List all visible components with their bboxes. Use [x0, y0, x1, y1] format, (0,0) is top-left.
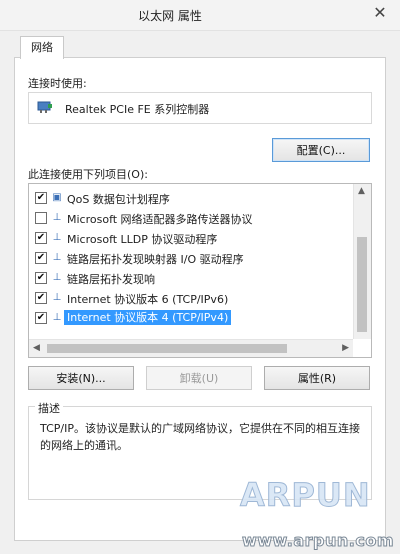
- horizontal-scrollbar[interactable]: ◀ ▶: [29, 339, 353, 357]
- checkbox[interactable]: ✔: [35, 312, 47, 324]
- protocol-icon: ⊥: [52, 292, 62, 303]
- watermark-url: www.arpun.com: [241, 531, 394, 551]
- connect-using-label: 连接时使用:: [28, 77, 87, 90]
- list-item-label: Internet 协议版本 6 (TCP/IPv6): [67, 293, 229, 306]
- checkbox[interactable]: ✔: [35, 272, 47, 284]
- title-bar: 以太网 属性 ✕: [0, 0, 400, 31]
- checkbox[interactable]: [35, 212, 47, 224]
- scroll-up-icon[interactable]: ▲: [358, 186, 365, 196]
- description-title: 描述: [35, 400, 63, 416]
- install-button[interactable]: 安装(N)...: [28, 366, 134, 390]
- adapter-name: Realtek PCIe FE 系列控制器: [65, 103, 210, 116]
- list-item-label: QoS 数据包计划程序: [67, 193, 170, 206]
- protocol-icon: ⊥: [52, 252, 62, 263]
- description-text: TCP/IP。该协议是默认的广域网络协议，它提供在不同的相互连接的网络上的通讯。: [40, 422, 360, 452]
- list-item-selected[interactable]: ✔ ⊥ Internet 协议版本 4 (TCP/IPv4): [29, 308, 351, 327]
- horizontal-scroll-thumb[interactable]: [47, 344, 287, 353]
- qos-icon: ▣: [52, 192, 62, 203]
- list-item[interactable]: ✔ ⊥ 链路层拓扑发现响: [29, 268, 351, 287]
- protocol-icon: ⊥: [52, 212, 62, 223]
- protocol-icon: ⊥: [52, 272, 62, 283]
- list-item-label: Microsoft LLDP 协议驱动程序: [67, 233, 218, 246]
- close-button[interactable]: ✕: [360, 0, 400, 26]
- network-adapter-icon: [37, 101, 52, 113]
- scroll-left-icon[interactable]: ◀: [33, 343, 40, 353]
- properties-button[interactable]: 属性(R): [264, 366, 370, 390]
- list-item-label: 链路层拓扑发现映射器 I/O 驱动程序: [67, 253, 244, 266]
- list-item[interactable]: ⊥ Microsoft 网络适配器多路传送器协议: [29, 208, 351, 227]
- vertical-scroll-thumb[interactable]: [357, 237, 367, 332]
- list-item[interactable]: ✔ ⊥ Internet 协议版本 6 (TCP/IPv6): [29, 288, 351, 307]
- list-item[interactable]: ✔ ▣ QoS 数据包计划程序: [29, 188, 351, 207]
- checkbox[interactable]: ✔: [35, 192, 47, 204]
- checkbox[interactable]: ✔: [35, 252, 47, 264]
- configure-button[interactable]: 配置(C)...: [272, 138, 370, 162]
- protocol-icon: ⊥: [52, 312, 62, 323]
- items-label: 此连接使用下列项目(O):: [28, 168, 148, 181]
- list-item[interactable]: ✔ ⊥ Microsoft LLDP 协议驱动程序: [29, 228, 351, 247]
- watermark-logo: ARPUN: [240, 476, 371, 515]
- checkbox[interactable]: ✔: [35, 292, 47, 304]
- list-item[interactable]: ✔ ⊥ 链路层拓扑发现映射器 I/O 驱动程序: [29, 248, 351, 267]
- list-item-label: Internet 协议版本 4 (TCP/IPv4): [64, 310, 232, 325]
- component-list[interactable]: ✔ ▣ QoS 数据包计划程序 ⊥ Microsoft 网络适配器多路传送器协议…: [28, 183, 372, 358]
- checkbox[interactable]: ✔: [35, 232, 47, 244]
- list-item-label: 链路层拓扑发现响: [67, 273, 155, 286]
- scroll-right-icon[interactable]: ▶: [342, 343, 349, 353]
- tab-network[interactable]: 网络: [20, 36, 64, 59]
- vertical-scrollbar[interactable]: ▲: [353, 184, 371, 339]
- adapter-box: Realtek PCIe FE 系列控制器: [28, 92, 372, 124]
- window-title: 以太网 属性: [138, 9, 202, 23]
- protocol-icon: ⊥: [52, 232, 62, 243]
- list-item-label: Microsoft 网络适配器多路传送器协议: [67, 213, 253, 226]
- uninstall-button[interactable]: 卸载(U): [146, 366, 252, 390]
